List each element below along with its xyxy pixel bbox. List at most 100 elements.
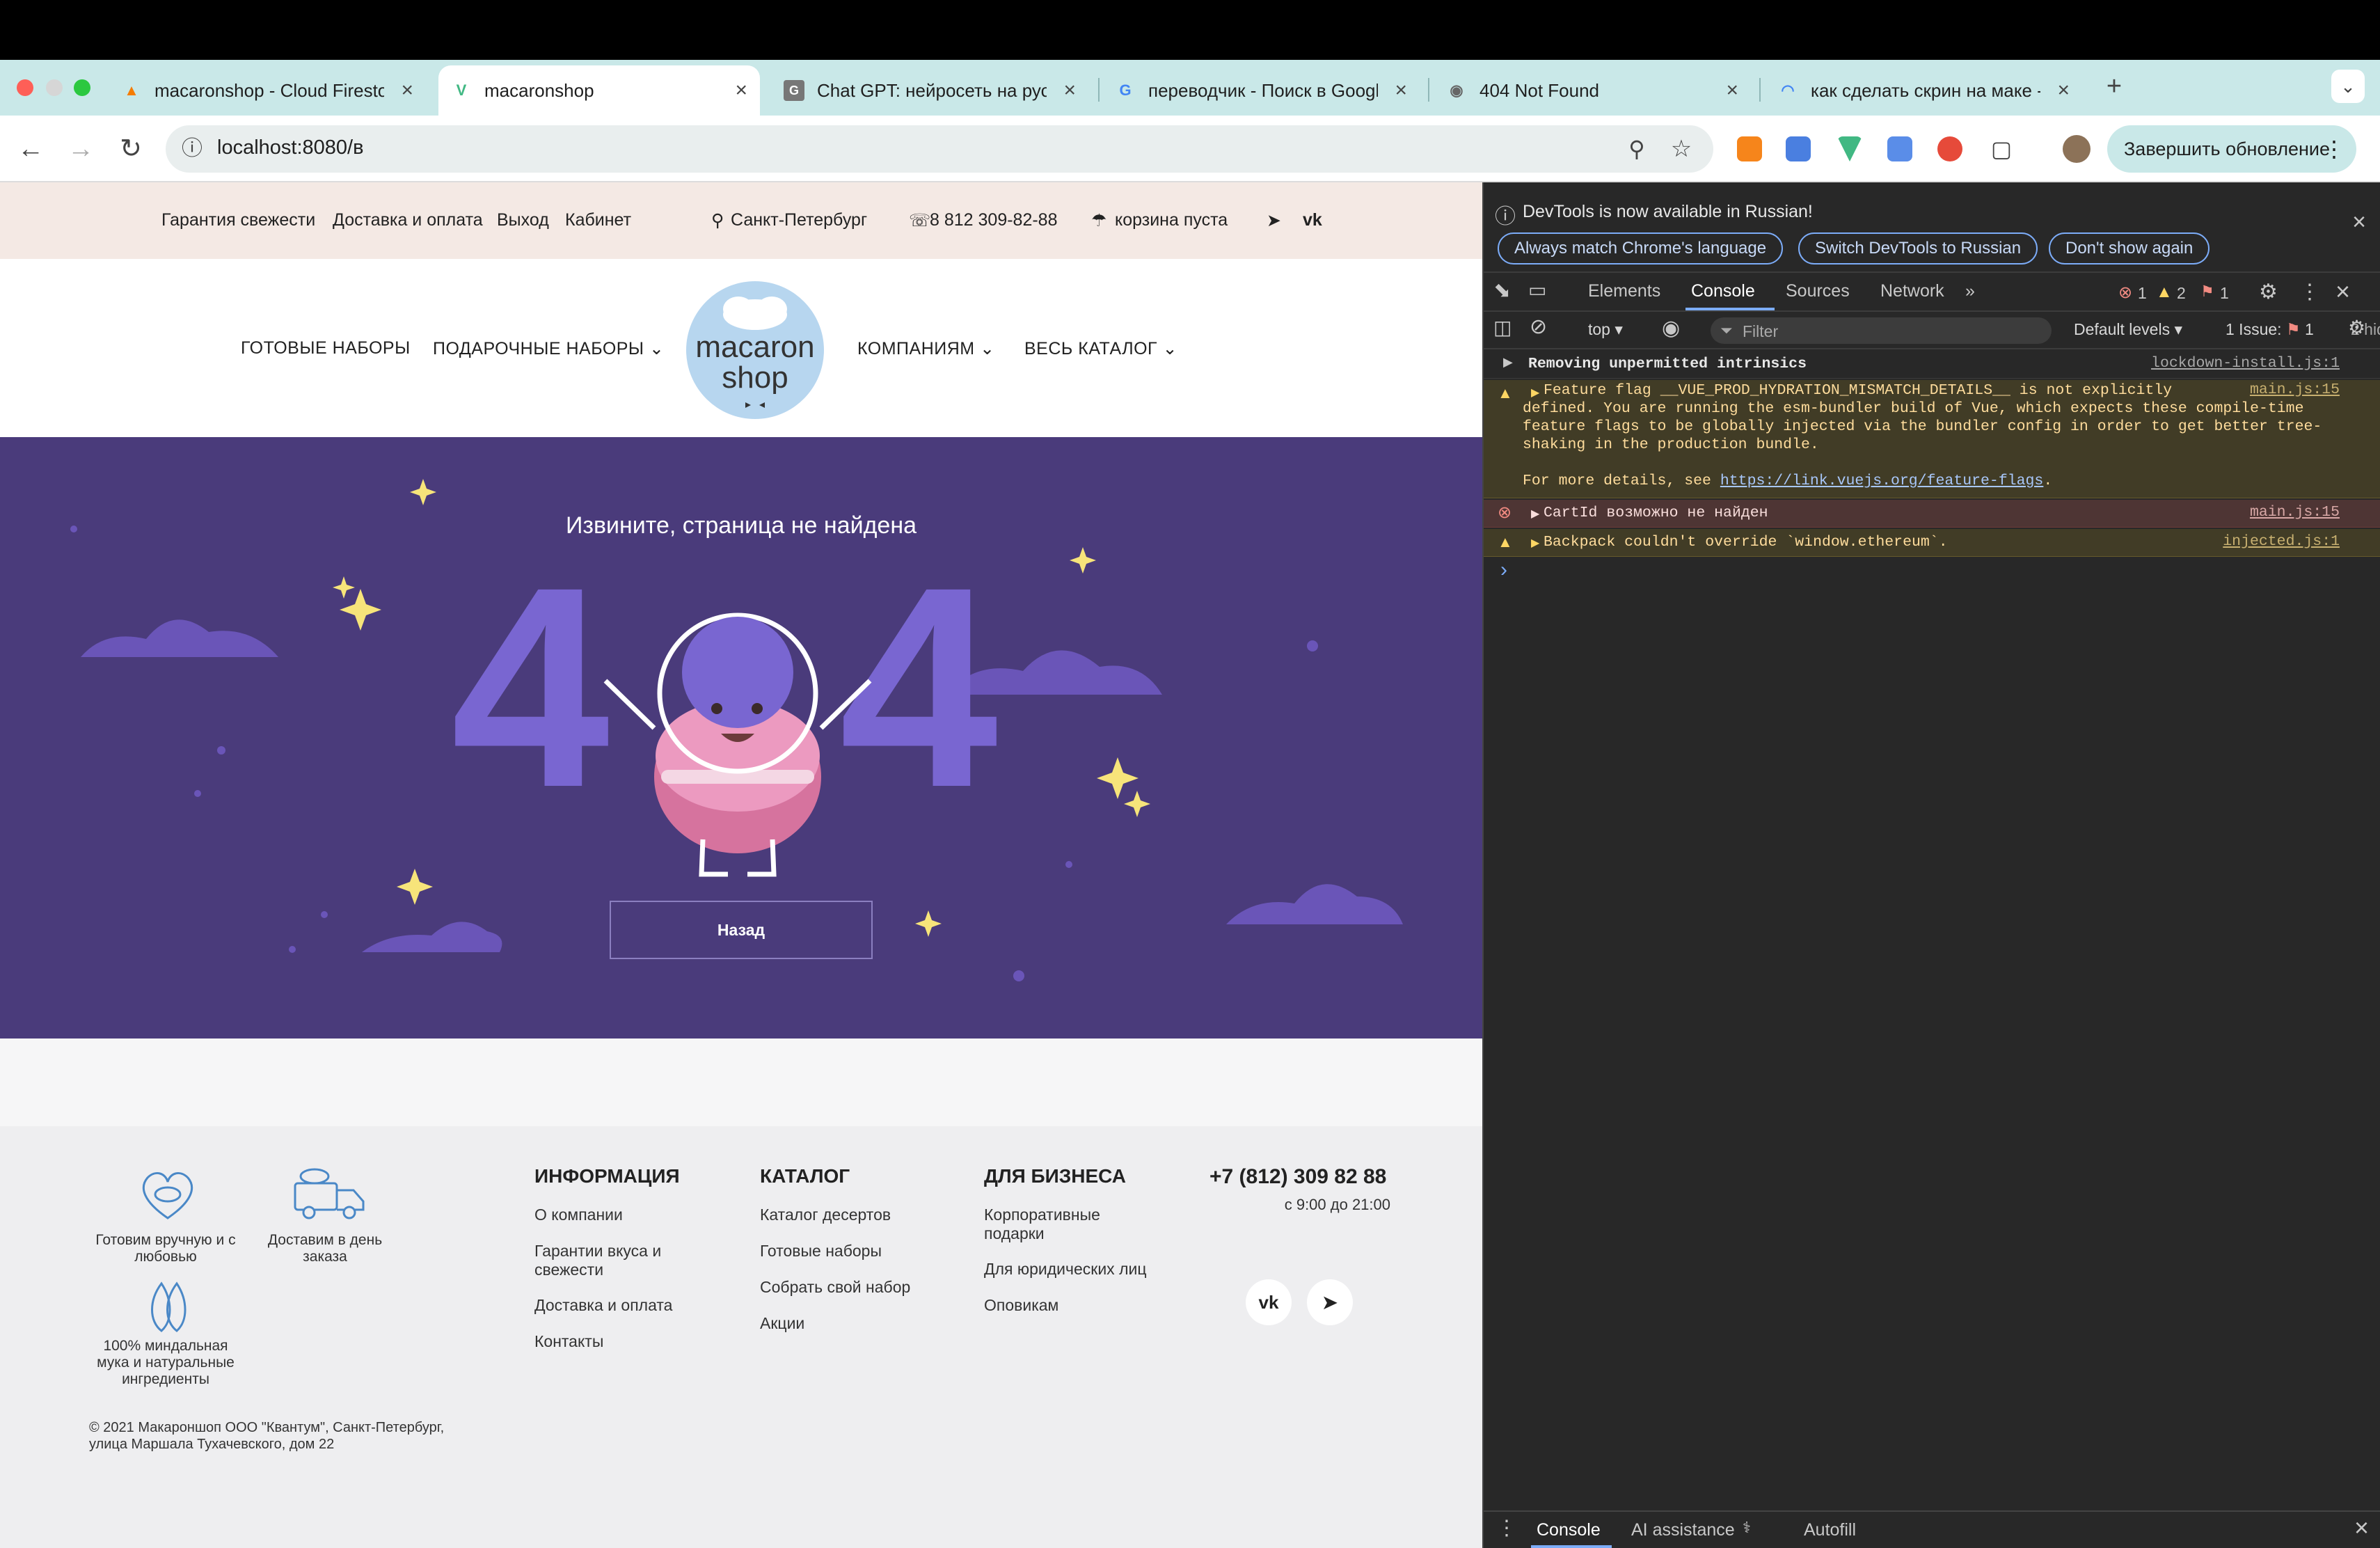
topbar-link-freshness[interactable]: Гарантия свежести — [161, 210, 315, 230]
message-source-link[interactable]: injected.js:1 — [2223, 533, 2340, 550]
footer-telegram-icon[interactable]: ➤ — [1307, 1279, 1353, 1325]
message-source-link[interactable]: lockdown-install.js:1 — [2151, 355, 2340, 372]
drawer-tab-autofill[interactable]: Autofill — [1804, 1520, 1856, 1540]
forward-arrow-icon[interactable]: → — [64, 132, 97, 166]
devtools-tab-console[interactable]: Console — [1691, 281, 1755, 301]
browser-tab[interactable]: ◉ 404 Not Found × — [1434, 65, 1751, 116]
footer-link[interactable]: Контакты — [534, 1332, 603, 1351]
footer-link[interactable]: Для юридических лиц — [984, 1260, 1147, 1279]
drawer-kebab-icon[interactable]: ⋮ — [1496, 1516, 1517, 1540]
close-tab-icon[interactable]: × — [1726, 79, 1738, 102]
footer-link[interactable]: Акции — [760, 1314, 804, 1333]
nav-catalog[interactable]: ВЕСЬ КАТАЛОГ ⌄ — [1024, 338, 1177, 359]
profile-avatar[interactable] — [2063, 135, 2091, 163]
browser-tab[interactable]: ▲ macaronshop - Cloud Firesto × — [109, 65, 426, 116]
issue-count[interactable]: 1 — [2220, 284, 2229, 303]
live-expression-eye-icon[interactable]: ◉ — [1662, 316, 1680, 340]
close-tab-icon[interactable]: × — [401, 79, 413, 102]
topbar-link-logout[interactable]: Выход — [497, 210, 549, 230]
window-close-button[interactable] — [17, 79, 33, 96]
inspect-element-icon[interactable]: ⬊ — [1493, 278, 1511, 303]
topbar-city[interactable]: Санкт-Петербург — [731, 210, 867, 230]
console-message-warning[interactable]: ▲ ▶ Backpack couldn't override `window.e… — [1484, 529, 2380, 557]
footer-link[interactable]: Оповикам — [984, 1296, 1058, 1315]
issues-link[interactable]: 1 Issue: ⚑ 1 — [2226, 320, 2314, 339]
infobar-close-icon[interactable]: × — [2352, 209, 2366, 236]
close-tab-icon[interactable]: × — [1063, 79, 1076, 102]
topbar-link-delivery[interactable]: Доставка и оплата — [333, 210, 483, 230]
footer-link[interactable]: Каталог десертов — [760, 1206, 891, 1224]
drawer-close-icon[interactable]: × — [2354, 1513, 2369, 1542]
vue-feature-flags-link[interactable]: https://link.vuejs.org/feature-flags — [1720, 473, 2043, 489]
console-message-error[interactable]: ⊗ ▶ CartId возможно не найден main.js:15 — [1484, 500, 2380, 528]
more-tabs-icon[interactable]: » — [1965, 281, 1975, 301]
topbar-link-cabinet[interactable]: Кабинет — [565, 210, 631, 230]
drawer-tab-console[interactable]: Console — [1537, 1520, 1601, 1540]
expand-arrow-icon[interactable]: ▶ — [1531, 507, 1539, 521]
footer-link[interactable]: Готовые наборы — [760, 1242, 882, 1261]
clear-console-icon[interactable]: ⊘ — [1530, 315, 1547, 339]
nav-companies[interactable]: КОМПАНИЯМ ⌄ — [857, 338, 995, 359]
bookmark-star-icon[interactable]: ☆ — [1665, 132, 1698, 166]
browser-tab[interactable]: G Chat GPT: нейросеть на русс × — [771, 65, 1088, 116]
match-chrome-language-button[interactable]: Always match Chrome's language — [1498, 232, 1784, 264]
reload-icon[interactable]: ↻ — [114, 132, 148, 166]
devtools-close-icon[interactable]: × — [2335, 277, 2350, 306]
topbar-phone[interactable]: 8 812 309-82-88 — [930, 210, 1057, 230]
finish-update-button[interactable]: Завершить обновление ⋮ — [2107, 125, 2356, 173]
browser-tab[interactable]: G переводчик - Поиск в Googl × — [1102, 65, 1420, 116]
devtools-kebab-icon[interactable]: ⋮ — [2299, 280, 2320, 304]
metamask-extension-icon[interactable] — [1737, 136, 1762, 161]
address-url[interactable]: localhost:8080/в — [217, 136, 364, 159]
expand-arrow-icon[interactable]: ▶ — [1531, 536, 1539, 550]
footer-phone[interactable]: +7 (812) 309 82 88 — [1209, 1165, 1386, 1189]
close-tab-icon[interactable]: × — [2057, 79, 2070, 102]
console-message-warning[interactable]: ▲ ▶ Feature flag __VUE_PROD_HYDRATION_MI… — [1484, 380, 2380, 498]
log-levels-dropdown[interactable]: Default levels ▾ — [2074, 320, 2182, 339]
console-filter-input[interactable]: ⏷ Filter — [1711, 317, 2052, 344]
extensions-puzzle-icon[interactable]: ▢ — [1985, 132, 2018, 166]
back-button[interactable]: Назад — [610, 901, 873, 959]
site-info-icon[interactable]: ⓘ — [175, 132, 209, 166]
topbar-cart[interactable]: корзина пуста — [1115, 210, 1228, 230]
expand-arrow-icon[interactable]: ▶ — [1503, 355, 1513, 370]
close-tab-icon[interactable]: × — [735, 79, 747, 102]
back-arrow-icon[interactable]: ← — [14, 132, 47, 166]
zoom-icon[interactable]: ⚲ — [1620, 132, 1653, 166]
warning-count[interactable]: 2 — [2177, 284, 2186, 303]
devtools-tab-network[interactable]: Network — [1880, 281, 1944, 301]
console-settings-gear-icon[interactable]: ⚙ — [2348, 316, 2365, 339]
dont-show-again-button[interactable]: Don't show again — [2049, 232, 2210, 264]
address-bar[interactable] — [166, 125, 1713, 173]
settings-gear-icon[interactable]: ⚙ — [2259, 280, 2278, 304]
device-toolbar-icon[interactable]: ▭ — [1528, 278, 1546, 301]
new-tab-icon[interactable]: + — [2097, 70, 2131, 103]
footer-link[interactable]: Собрать свой набор — [760, 1278, 910, 1297]
footer-link[interactable]: О компании — [534, 1206, 623, 1224]
sidebar-toggle-icon[interactable]: ◫ — [1493, 316, 1512, 339]
macaronshop-logo[interactable]: macaron shop — [686, 281, 824, 419]
error-count[interactable]: 1 — [2138, 284, 2147, 303]
nav-ready-sets[interactable]: ГОТОВЫЕ НАБОРЫ — [241, 338, 411, 358]
browser-tab-active[interactable]: V macaronshop × — [438, 65, 760, 116]
close-tab-icon[interactable]: × — [1395, 79, 1407, 102]
window-zoom-button[interactable] — [74, 79, 90, 96]
tab-search-chevron-icon[interactable]: ⌄ — [2331, 70, 2365, 103]
vk-icon[interactable]: vk — [1303, 210, 1322, 230]
footer-link[interactable]: Корпоративные подарки — [984, 1206, 1130, 1243]
rocket-extension-icon[interactable] — [1937, 136, 1962, 161]
footer-link[interactable]: Гарантии вкуса и свежести — [534, 1242, 701, 1279]
window-minimize-button[interactable] — [46, 79, 63, 96]
context-select[interactable]: top ▾ — [1588, 320, 1623, 339]
translate-extension-icon[interactable] — [1786, 136, 1811, 161]
nav-gift-sets[interactable]: ПОДАРОЧНЫЕ НАБОРЫ ⌄ — [433, 338, 664, 359]
telegram-icon[interactable]: ➤ — [1267, 210, 1281, 231]
expand-arrow-icon[interactable]: ▶ — [1531, 386, 1539, 400]
drawer-tab-ai-assistance[interactable]: AI assistance — [1631, 1520, 1735, 1540]
browser-tab[interactable]: ◠ как сделать скрин на маке - × — [1765, 65, 2082, 116]
footer-vk-icon[interactable]: vk — [1246, 1279, 1292, 1325]
clipboard-extension-icon[interactable] — [1887, 136, 1912, 161]
devtools-tab-sources[interactable]: Sources — [1786, 281, 1850, 301]
console-message-info[interactable]: ▶ Removing unpermitted intrinsics lockdo… — [1484, 351, 2380, 379]
switch-devtools-russian-button[interactable]: Switch DevTools to Russian — [1798, 232, 2038, 264]
